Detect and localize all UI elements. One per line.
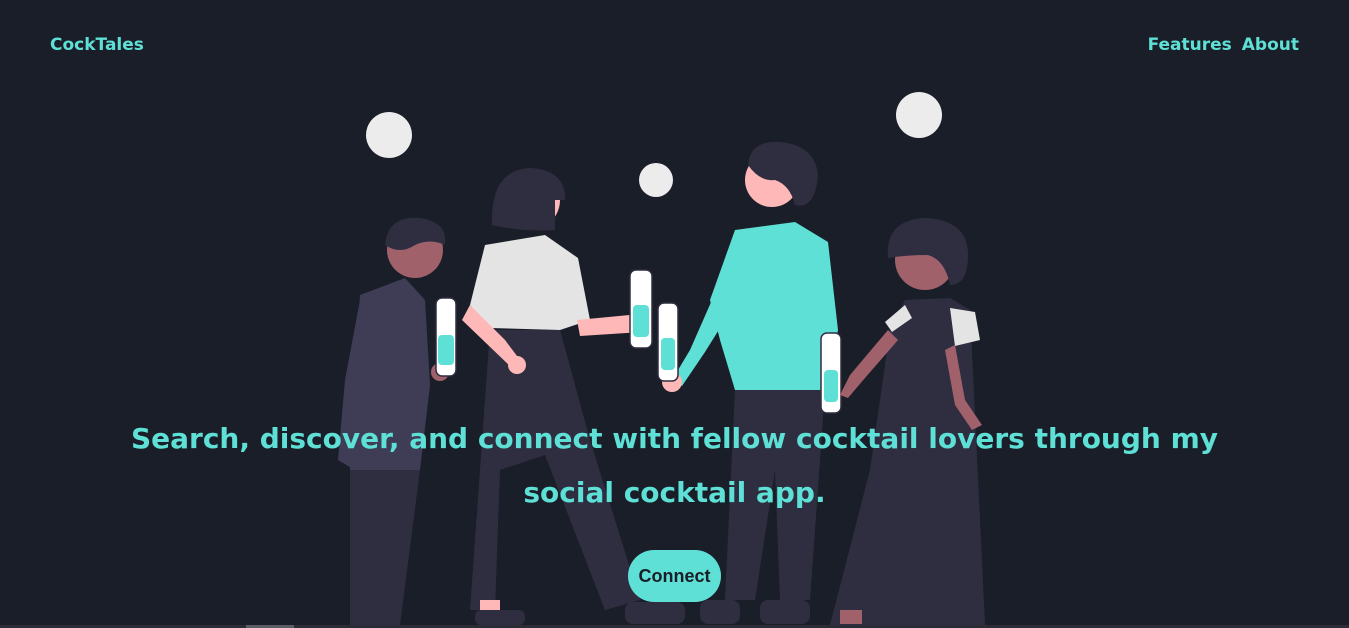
people-toasting-illustration <box>338 92 985 625</box>
connect-button[interactable]: Connect <box>628 550 721 602</box>
landing-page: CockTales Features About Search, discove… <box>0 0 1349 628</box>
nav-link-features[interactable]: Features <box>1148 35 1232 55</box>
nav-link-about[interactable]: About <box>1242 35 1299 55</box>
brand-logo-link[interactable]: CockTales <box>50 35 144 55</box>
moon-circle <box>639 163 673 197</box>
top-nav: Features About <box>1148 35 1299 55</box>
moon-circle <box>896 92 942 138</box>
moon-circle <box>366 112 412 158</box>
hero-headline: Search, discover, and connect with fello… <box>130 422 1219 509</box>
